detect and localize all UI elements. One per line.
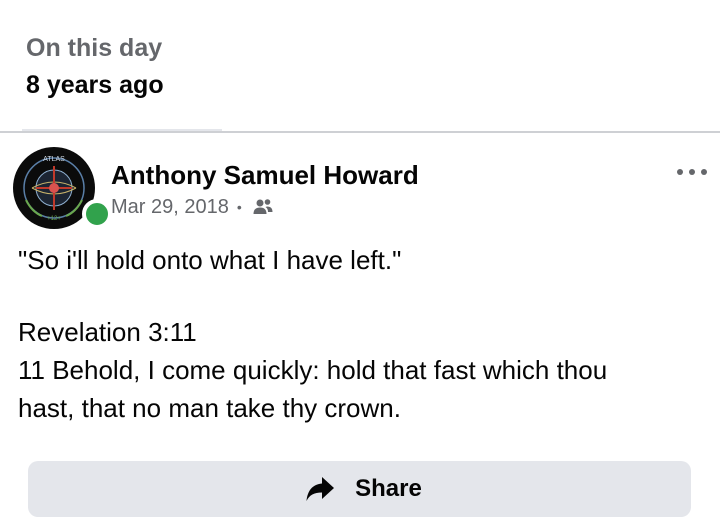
post-verse-line-1: 11 Behold, I come quickly: hold that fas…	[18, 355, 608, 385]
post-quote: "So i'll hold onto what I have left."	[18, 245, 402, 275]
on-this-day-label: On this day	[26, 34, 163, 62]
share-arrow-icon	[306, 477, 335, 501]
author-name[interactable]: Anthony Samuel Howard	[111, 158, 419, 192]
friends-icon[interactable]	[252, 197, 274, 217]
post-date[interactable]: Mar 29, 2018	[111, 194, 229, 220]
memories-header: On this day 8 years ago	[26, 30, 164, 103]
author-avatar[interactable]: ATLAS +12+	[12, 146, 112, 230]
post-verse-line-2: hast, that no man take thy crown.	[18, 393, 401, 423]
post-reference: Revelation 3:11	[18, 317, 197, 347]
more-dot	[689, 169, 695, 175]
time-ago-label: 8 years ago	[26, 71, 164, 99]
online-status-dot	[82, 199, 112, 229]
post-meta: Mar 29, 2018 •	[111, 194, 274, 220]
share-content: Share	[305, 475, 422, 503]
meta-separator: •	[236, 199, 242, 215]
more-dot	[701, 169, 707, 175]
section-divider	[0, 131, 720, 133]
post-body: "So i'll hold onto what I have left." Re…	[18, 241, 708, 427]
share-label: Share	[355, 475, 422, 502]
more-options-icon	[677, 169, 683, 175]
avatar-text-bottom: +12+	[47, 216, 61, 222]
avatar-text-top: ATLAS	[43, 156, 65, 163]
more-options-button[interactable]	[673, 160, 711, 184]
share-button[interactable]: Share	[28, 461, 691, 517]
